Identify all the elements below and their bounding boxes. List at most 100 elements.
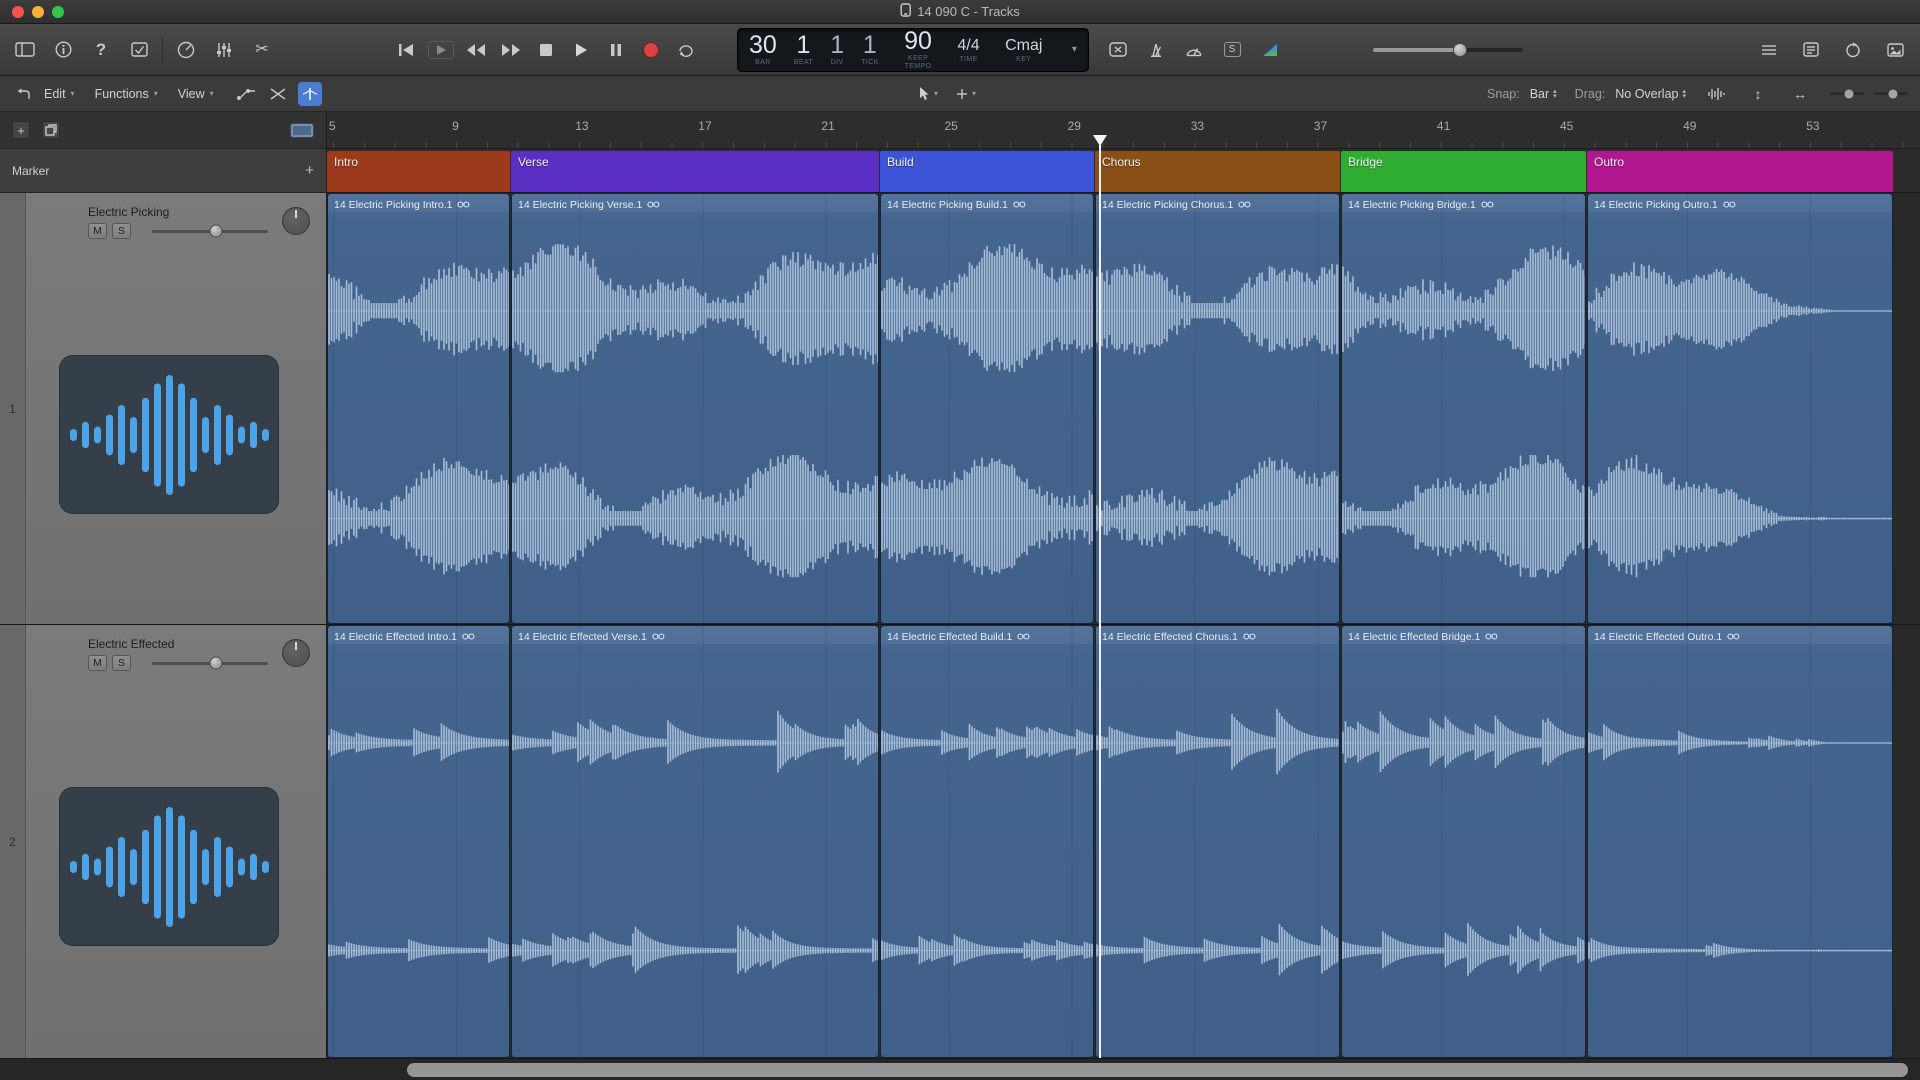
smart-controls-icon[interactable] — [173, 35, 199, 65]
track-lane[interactable]: 14 Electric Effected Intro.114 Electric … — [327, 625, 1920, 1058]
add-marker-button[interactable]: + — [305, 162, 314, 179]
lcd-display[interactable]: 30BAR 1BEAT 1DIV 1TICK 90KEEPTEMPO 4/4TI… — [737, 28, 1089, 72]
mute-button[interactable]: M — [88, 655, 107, 671]
audio-region[interactable]: 14 Electric Effected Verse.1 — [511, 625, 879, 1058]
track-volume-thumb[interactable] — [209, 225, 222, 238]
horizontal-scrollbar-thumb[interactable] — [407, 1063, 1908, 1077]
pause-button[interactable] — [603, 35, 629, 65]
left-click-tool-menu[interactable]: ▾ — [918, 86, 938, 101]
audio-region[interactable]: 14 Electric Picking Outro.1 — [1587, 193, 1893, 624]
inspector-icon[interactable] — [50, 35, 76, 65]
track-lane[interactable]: 14 Electric Picking Intro.114 Electric P… — [327, 193, 1920, 624]
audio-region[interactable]: 14 Electric Picking Chorus.1 — [1095, 193, 1340, 624]
ruler-bar-number: 53 — [1806, 119, 1819, 133]
stop-button[interactable] — [533, 35, 559, 65]
vertical-auto-zoom-icon[interactable]: ↕ — [1746, 82, 1770, 106]
horizontal-scrollbar[interactable] — [0, 1058, 1920, 1080]
catch-playhead-icon[interactable] — [12, 82, 36, 106]
track-row[interactable]: 2 Electric Effected M S 14 Electric Effe… — [0, 625, 1920, 1058]
audio-region[interactable]: 14 Electric Effected Outro.1 — [1587, 625, 1893, 1058]
audio-region[interactable]: 14 Electric Picking Intro.1 — [327, 193, 510, 624]
solo-mode-icon[interactable]: S — [1219, 35, 1245, 65]
metronome-icon[interactable] — [1143, 35, 1169, 65]
smart-tempo-icon[interactable] — [1257, 35, 1283, 65]
minimize-button[interactable] — [32, 6, 44, 18]
browsers-icon[interactable] — [1882, 35, 1908, 65]
pan-knob[interactable] — [282, 207, 310, 235]
horizontal-zoom-slider[interactable] — [1874, 92, 1908, 95]
waveform-zoom-icon[interactable] — [1704, 82, 1728, 106]
lcd-tempo[interactable]: 90KEEPTEMPO — [904, 29, 932, 70]
zoom-button[interactable] — [52, 6, 64, 18]
duplicate-track-button[interactable] — [42, 121, 60, 139]
cycle-button[interactable] — [673, 35, 699, 65]
solo-button[interactable]: S — [112, 223, 131, 239]
command-click-tool-menu[interactable]: ▾ — [956, 88, 976, 100]
track-header[interactable]: Electric Effected M S — [26, 625, 327, 1058]
marker-region[interactable]: Outro — [1587, 151, 1893, 192]
pan-knob[interactable] — [282, 639, 310, 667]
edit-menu[interactable]: Edit▾ — [44, 87, 75, 101]
track-volume-slider[interactable] — [152, 230, 268, 233]
note-pads-icon[interactable] — [1798, 35, 1824, 65]
audio-region[interactable]: 14 Electric Effected Chorus.1 — [1095, 625, 1340, 1058]
add-track-button[interactable]: + — [12, 121, 30, 139]
track-row[interactable]: 1 Electric Picking M S 14 Electric Picki… — [0, 193, 1920, 625]
bar-ruler[interactable]: 591317212529333741454953 — [327, 112, 1920, 149]
drag-select[interactable]: No Overlap▴▾ — [1615, 87, 1686, 101]
snap-select[interactable]: Bar▴▾ — [1530, 87, 1557, 101]
flex-button[interactable] — [298, 82, 322, 106]
close-button[interactable] — [12, 6, 24, 18]
track-name[interactable]: Electric Effected — [88, 637, 174, 651]
forward-button[interactable] — [498, 35, 524, 65]
track-volume-slider[interactable] — [152, 662, 268, 665]
functions-menu[interactable]: Functions▾ — [95, 87, 158, 101]
marker-region[interactable]: Intro — [327, 151, 510, 192]
solo-button[interactable]: S — [112, 655, 131, 671]
toolbar-toggle-icon[interactable] — [126, 35, 152, 65]
tuner-icon[interactable] — [1181, 35, 1207, 65]
go-to-beginning-button[interactable] — [393, 35, 419, 65]
mute-button[interactable]: M — [88, 223, 107, 239]
tracks-area: + 591317212529333741454953 Marker + Intr… — [0, 112, 1920, 1058]
record-button[interactable] — [638, 35, 664, 65]
rewind-button[interactable] — [463, 35, 489, 65]
apple-loops-icon[interactable] — [1840, 35, 1866, 65]
list-editors-icon[interactable] — [1756, 35, 1782, 65]
lcd-key[interactable]: CmajKEY — [1005, 37, 1042, 63]
marker-region[interactable]: Bridge — [1341, 151, 1586, 192]
play-button[interactable] — [568, 35, 594, 65]
play-from-selection-button[interactable] — [428, 35, 454, 65]
master-volume-thumb[interactable] — [1453, 43, 1467, 57]
vertical-zoom-slider[interactable] — [1830, 92, 1864, 95]
marker-region[interactable]: Chorus — [1095, 151, 1340, 192]
quick-help-icon[interactable]: ? — [88, 35, 114, 65]
track-header[interactable]: Electric Picking M S — [26, 193, 327, 624]
lcd-time-signature[interactable]: 4/4TIME — [957, 37, 979, 63]
view-menu[interactable]: View▾ — [178, 87, 214, 101]
track-name[interactable]: Electric Picking — [88, 205, 169, 219]
global-tracks-button[interactable] — [290, 123, 314, 138]
horizontal-fit-zoom-icon[interactable]: ↔ — [1788, 82, 1812, 106]
audio-region[interactable]: 14 Electric Picking Bridge.1 — [1341, 193, 1586, 624]
audio-region[interactable]: 14 Electric Effected Bridge.1 — [1341, 625, 1586, 1058]
master-volume-slider[interactable] — [1373, 48, 1523, 52]
count-in-icon[interactable] — [1105, 35, 1131, 65]
lcd-bar-label: BAR — [755, 59, 771, 66]
audio-region[interactable]: 14 Electric Effected Build.1 — [880, 625, 1094, 1058]
mixer-icon[interactable] — [211, 35, 237, 65]
audio-region[interactable]: 14 Electric Picking Verse.1 — [511, 193, 879, 624]
marker-region[interactable]: Verse — [511, 151, 879, 192]
library-icon[interactable] — [12, 35, 38, 65]
marker-region[interactable]: Build — [880, 151, 1094, 192]
editors-scissors-icon[interactable]: ✂ — [249, 35, 275, 65]
audio-region[interactable]: 14 Electric Effected Intro.1 — [327, 625, 510, 1058]
automation-icon[interactable] — [234, 82, 258, 106]
main-toolbar: ? ✂ 30BAR 1BEAT 1DIV 1TICK — [0, 24, 1920, 76]
crossfade-drag-icon[interactable] — [266, 82, 290, 106]
marker-lane[interactable]: IntroVerseBuildChorusBridgeOutro — [327, 149, 1920, 193]
audio-region[interactable]: 14 Electric Picking Build.1 — [880, 193, 1094, 624]
ruler-bar-number: 5 — [329, 119, 336, 133]
track-volume-thumb[interactable] — [209, 657, 222, 670]
lcd-mode-chevron-icon[interactable]: ▾ — [1072, 44, 1077, 55]
